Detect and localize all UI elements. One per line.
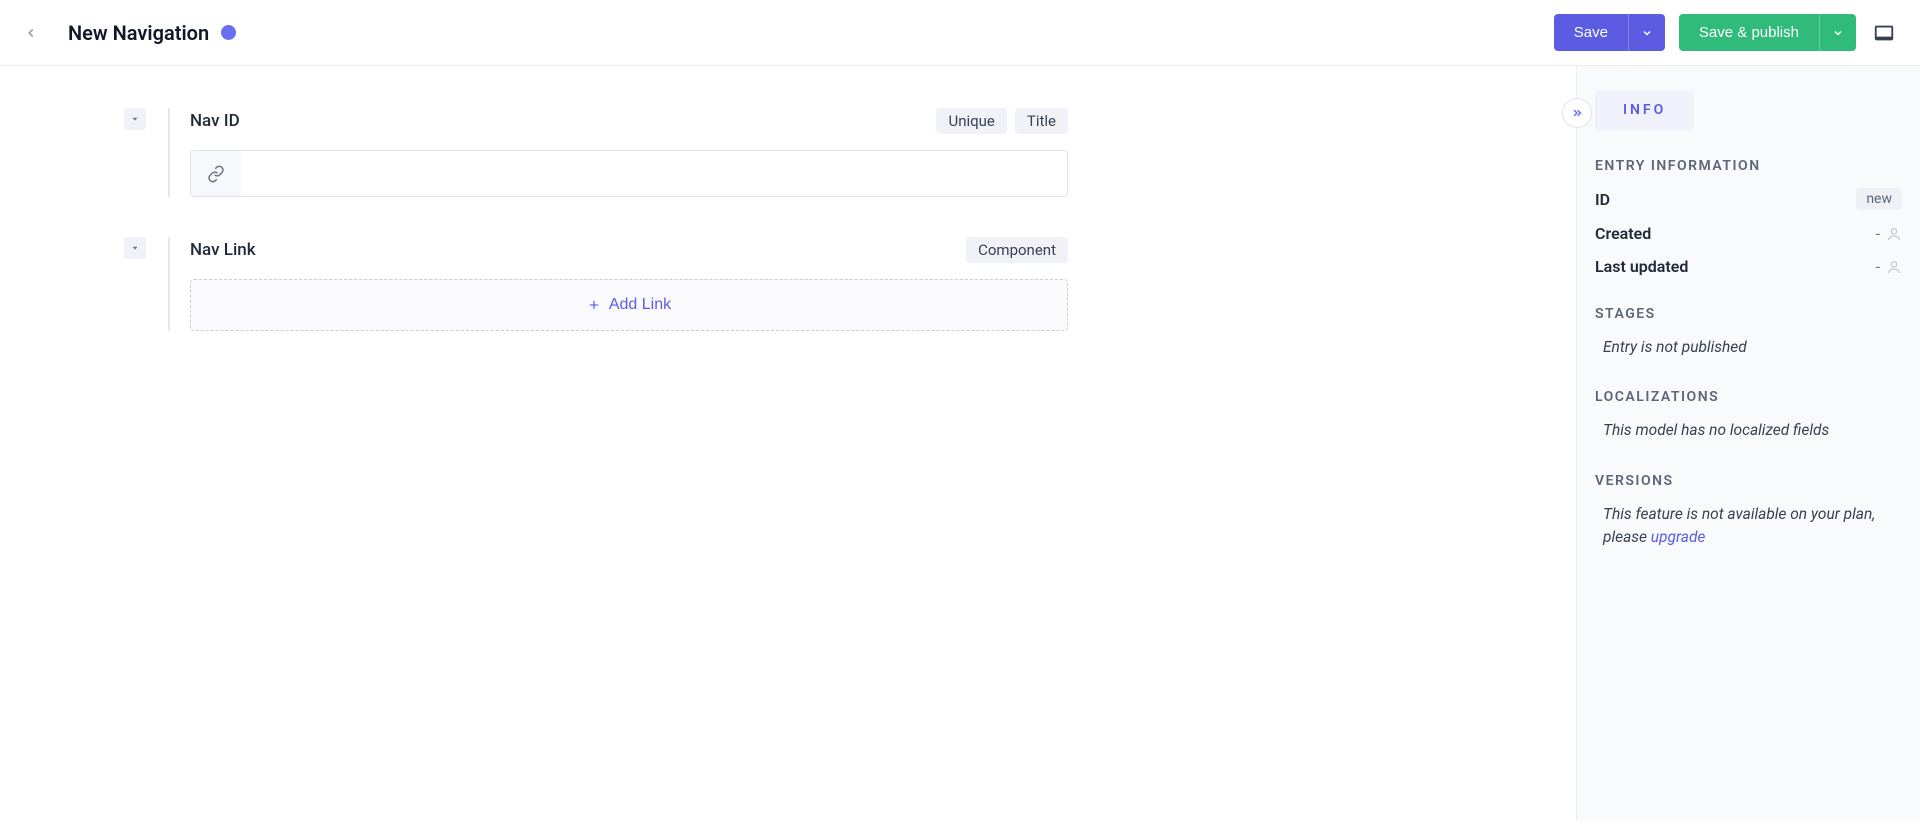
header: New Navigation Save Save & publish <box>0 0 1920 66</box>
section-title: LOCALIZATIONS <box>1595 389 1902 405</box>
save-publish-button[interactable]: Save & publish <box>1679 14 1819 51</box>
panel-toggle-button[interactable] <box>1870 19 1898 47</box>
stages-body: Entry is not published <box>1595 336 1902 359</box>
new-pill: new <box>1856 188 1902 210</box>
collapse-button[interactable] <box>124 237 146 259</box>
section-title: STAGES <box>1595 306 1902 322</box>
plus-icon <box>587 298 601 312</box>
info-value-updated: - <box>1876 257 1902 276</box>
save-button-group: Save <box>1554 14 1665 51</box>
slug-prefix <box>191 151 241 196</box>
publish-button-group: Save & publish <box>1679 14 1856 51</box>
localizations-body: This model has no localized fields <box>1595 419 1902 442</box>
field-nav-link: Nav Link Component Add Link <box>0 237 1576 331</box>
input-wrap <box>190 150 1068 197</box>
sidebar-collapse-button[interactable] <box>1562 98 1592 128</box>
nav-id-input[interactable] <box>241 151 1067 196</box>
chevron-down-icon <box>1832 27 1844 39</box>
versions-body: This feature is not available on your pl… <box>1595 503 1902 550</box>
section-title: ENTRY INFORMATION <box>1595 158 1902 174</box>
created-value: - <box>1876 224 1880 243</box>
info-value-created: - <box>1876 224 1902 243</box>
info-label-updated: Last updated <box>1595 257 1688 276</box>
chevron-left-icon <box>24 26 38 40</box>
header-right: Save Save & publish <box>1554 14 1898 51</box>
field-label: Nav ID <box>190 111 240 131</box>
save-button[interactable]: Save <box>1554 14 1628 51</box>
updated-value: - <box>1876 257 1880 276</box>
collapse-col <box>0 108 160 130</box>
badge-title: Title <box>1015 108 1068 134</box>
sidebar: INFO ENTRY INFORMATION ID new Created - … <box>1576 66 1920 821</box>
add-link-label: Add Link <box>609 296 671 314</box>
badge-unique: Unique <box>936 108 1006 134</box>
main-content: Nav ID Unique Title <box>0 66 1576 821</box>
link-icon <box>207 165 225 183</box>
title-wrap: New Navigation <box>68 21 236 45</box>
caret-down-icon <box>130 114 140 124</box>
info-label-created: Created <box>1595 224 1651 243</box>
chevron-down-icon <box>1641 27 1653 39</box>
field-content: Nav ID Unique Title <box>170 108 1068 197</box>
section-versions: VERSIONS This feature is not available o… <box>1595 473 1902 550</box>
back-button[interactable] <box>22 24 40 42</box>
field-content: Nav Link Component Add Link <box>170 237 1068 331</box>
info-row-id: ID new <box>1595 188 1902 210</box>
section-title: VERSIONS <box>1595 473 1902 489</box>
field-header: Nav ID Unique Title <box>190 108 1068 134</box>
section-entry-information: ENTRY INFORMATION ID new Created - Last … <box>1595 158 1902 276</box>
field-header: Nav Link Component <box>190 237 1068 263</box>
save-dropdown-button[interactable] <box>1628 14 1665 51</box>
section-stages: STAGES Entry is not published <box>1595 306 1902 359</box>
info-row-updated: Last updated - <box>1595 257 1902 276</box>
upgrade-link[interactable]: upgrade <box>1651 528 1706 546</box>
tab-info[interactable]: INFO <box>1595 90 1694 130</box>
header-left: New Navigation <box>22 21 236 45</box>
field-nav-id: Nav ID Unique Title <box>0 108 1576 197</box>
info-row-created: Created - <box>1595 224 1902 243</box>
info-label-id: ID <box>1595 190 1610 209</box>
info-value-id: new <box>1856 188 1902 210</box>
versions-body-prefix: This feature is not available on your pl… <box>1603 505 1875 546</box>
field-badges: Component <box>966 237 1068 263</box>
badge-component: Component <box>966 237 1068 263</box>
chevrons-right-icon <box>1570 106 1584 120</box>
publish-dropdown-button[interactable] <box>1819 14 1856 51</box>
panel-icon <box>1873 22 1895 44</box>
collapse-button[interactable] <box>124 108 146 130</box>
status-dot-icon <box>221 25 236 40</box>
section-localizations: LOCALIZATIONS This model has no localize… <box>1595 389 1902 442</box>
add-link-button[interactable]: Add Link <box>190 279 1068 331</box>
field-badges: Unique Title <box>936 108 1068 134</box>
user-icon <box>1886 226 1902 242</box>
field-label: Nav Link <box>190 240 256 260</box>
body: Nav ID Unique Title <box>0 66 1920 821</box>
page-title: New Navigation <box>68 21 209 45</box>
user-icon <box>1886 259 1902 275</box>
caret-down-icon <box>130 243 140 253</box>
collapse-col <box>0 237 160 259</box>
